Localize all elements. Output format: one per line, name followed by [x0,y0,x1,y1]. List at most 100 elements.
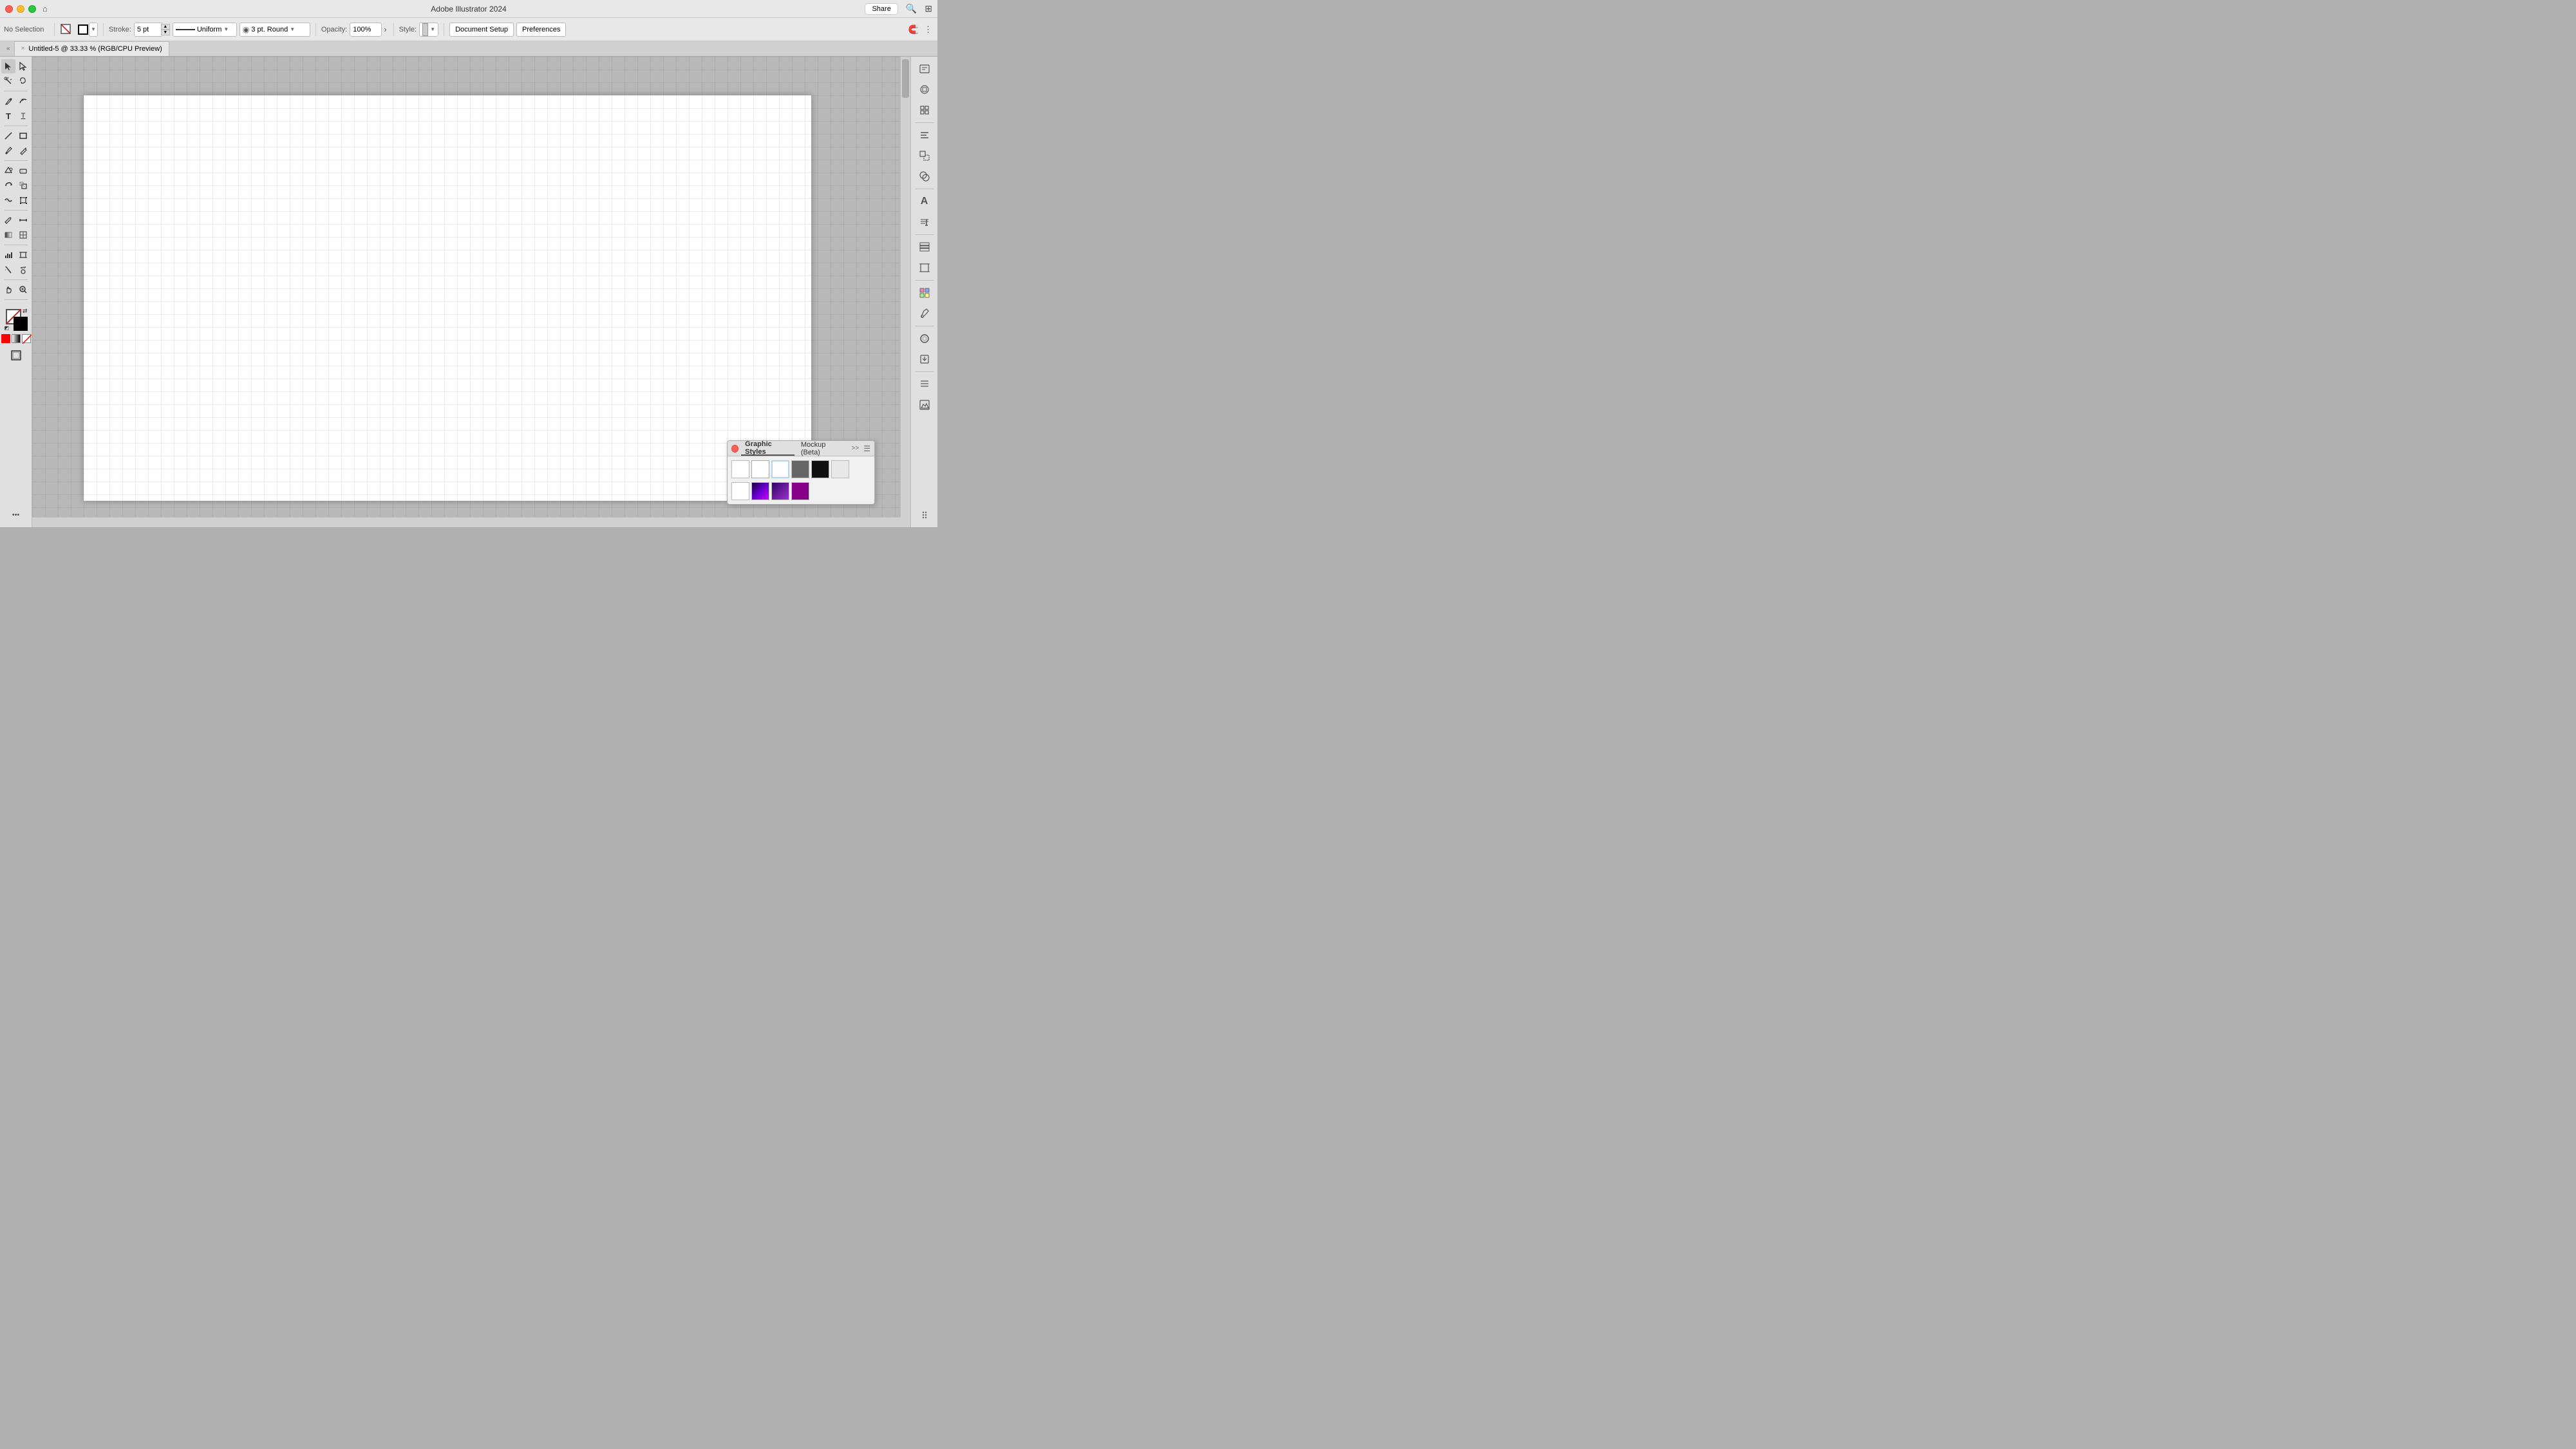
zoom-tool-button[interactable] [16,283,30,297]
type-tool-button[interactable]: T [1,109,15,123]
warp-tool-button[interactable] [1,193,15,207]
mockup-beta-tab[interactable]: Mockup (Beta) [797,441,847,456]
toolbar-right-actions: 🧲 ⋮ [907,23,934,36]
appearance-panel-btn[interactable] [915,329,934,348]
align-panel-btn[interactable] [915,126,934,145]
more-tools-btn[interactable]: ••• [5,508,28,522]
canvas-area[interactable]: Graphic Styles Mockup (Beta) >> ☰ [32,57,910,527]
document-setup-button[interactable]: Document Setup [449,23,514,37]
free-transform-tool-button[interactable] [16,193,30,207]
color-mode-solid-btn[interactable] [1,334,10,343]
close-button[interactable] [5,5,13,13]
artboards-panel-btn[interactable] [915,258,934,277]
style-swatch-8[interactable] [751,482,769,500]
character-panel-btn[interactable]: A [915,192,934,211]
share-button[interactable]: Share [865,3,898,15]
magic-wand-tool-button[interactable] [1,74,15,88]
stroke-type-dropdown[interactable]: Uniform ▼ [173,23,237,37]
color-mode-gradient-btn[interactable] [12,334,21,343]
stroke-weight-down[interactable]: ▼ [161,30,170,35]
pathfinder-panel-btn[interactable] [915,167,934,186]
swap-colors-icon[interactable]: ⇄ [23,308,28,315]
artboard-tool-button[interactable] [16,248,30,262]
eraser-tool-button[interactable] [16,164,30,178]
lasso-tool-button[interactable] [16,74,30,88]
scale-tool-button[interactable] [16,178,30,192]
transform-panel-btn[interactable] [915,146,934,165]
paintbrush-tool-button[interactable] [1,144,15,158]
stroke-profile-dropdown[interactable]: ◉ 3 pt. Round ▼ [240,23,310,37]
panel-menu-button[interactable]: ☰ [863,444,870,453]
expand-panels-btn[interactable] [915,375,934,394]
style-swatch-10[interactable] [791,482,809,500]
slice-tool-button[interactable] [1,263,15,277]
shaper-tool-button[interactable] [1,164,15,178]
style-swatch-5[interactable] [811,460,829,478]
swatches-panel-btn[interactable] [915,283,934,303]
pencil-tool-button[interactable] [16,144,30,158]
stroke-weight-input[interactable] [134,23,163,37]
chart-tool-button[interactable] [1,248,15,262]
panels-button[interactable]: ⊞ [925,3,932,14]
opacity-expand-btn[interactable]: › [382,23,388,35]
image-trace-btn[interactable] [915,395,934,415]
eyedropper-tool-button[interactable] [1,213,15,227]
rectangle-tool-button[interactable] [16,129,30,143]
vertical-scrollbar[interactable] [900,57,910,517]
gradient-tool-button[interactable] [1,228,15,242]
stroke-weight-up[interactable]: ▲ [161,24,170,30]
maximize-button[interactable] [28,5,36,13]
right-panel-drag-btn[interactable] [915,505,934,525]
quick-actions-panel-btn[interactable] [915,100,934,120]
brushes-panel-btn[interactable] [915,304,934,323]
style-swatch-7[interactable] [731,482,749,500]
pen-tool-button[interactable] [1,94,15,108]
symbol-sprayer-button[interactable] [16,263,30,277]
more-options-btn[interactable]: ⋮ [923,23,934,36]
mesh-tool-button[interactable] [16,228,30,242]
style-swatch-9[interactable] [771,482,789,500]
preferences-button[interactable]: Preferences [516,23,566,37]
measure-tool-button[interactable] [16,213,30,227]
vertical-scroll-thumb[interactable] [902,59,909,98]
home-icon[interactable]: ⌂ [42,4,48,14]
style-swatch-2[interactable] [751,460,769,478]
stroke-weight-area: ▲ ▼ [134,23,170,37]
properties-panel-btn[interactable] [915,59,934,79]
minimize-button[interactable] [17,5,24,13]
default-colors-icon[interactable]: ◩ [5,325,10,331]
change-screen-mode-btn[interactable] [5,348,28,362]
hand-tool-button[interactable] [1,283,15,297]
layers-panel-btn[interactable] [915,238,934,257]
fill-color-swatch[interactable] [60,22,75,37]
panel-close-button[interactable] [731,445,738,453]
search-button[interactable]: 🔍 [906,3,917,14]
snap-options-btn[interactable]: 🧲 [907,23,920,36]
export-panel-btn[interactable] [915,350,934,369]
tab-close-button[interactable]: × [21,46,25,52]
style-swatch-6[interactable] [831,460,849,478]
direct-selection-tool-button[interactable] [16,59,30,73]
panel-expand-icon[interactable]: >> [850,445,861,452]
document-tab[interactable]: × Untitled-5 @ 33.33 % (RGB/CPU Preview) [14,41,169,56]
rotate-tool-button[interactable] [1,178,15,192]
selection-tool-button[interactable] [1,59,15,73]
paragraph-panel-btn[interactable] [915,212,934,232]
style-dropdown[interactable]: ▼ [419,23,438,37]
horizontal-scrollbar[interactable] [32,517,900,527]
stroke-box[interactable] [14,317,28,331]
style-swatch-1[interactable] [731,460,749,478]
touch-type-tool-button[interactable]: T [16,109,30,123]
stroke-color-swatch[interactable] [78,24,88,35]
curvature-tool-button[interactable] [16,94,30,108]
libraries-panel-btn[interactable] [915,80,934,99]
line-tool-button[interactable] [1,129,15,143]
tab-collapse-button[interactable]: « [3,41,14,56]
selection-tools-row [0,59,32,73]
opacity-input[interactable] [350,23,382,37]
style-swatch-3[interactable] [771,460,789,478]
style-swatch-4[interactable] [791,460,809,478]
color-mode-none-btn[interactable] [22,334,31,343]
stroke-color-dropdown[interactable]: ▼ [89,23,98,37]
graphic-styles-tab[interactable]: Graphic Styles [741,441,794,456]
